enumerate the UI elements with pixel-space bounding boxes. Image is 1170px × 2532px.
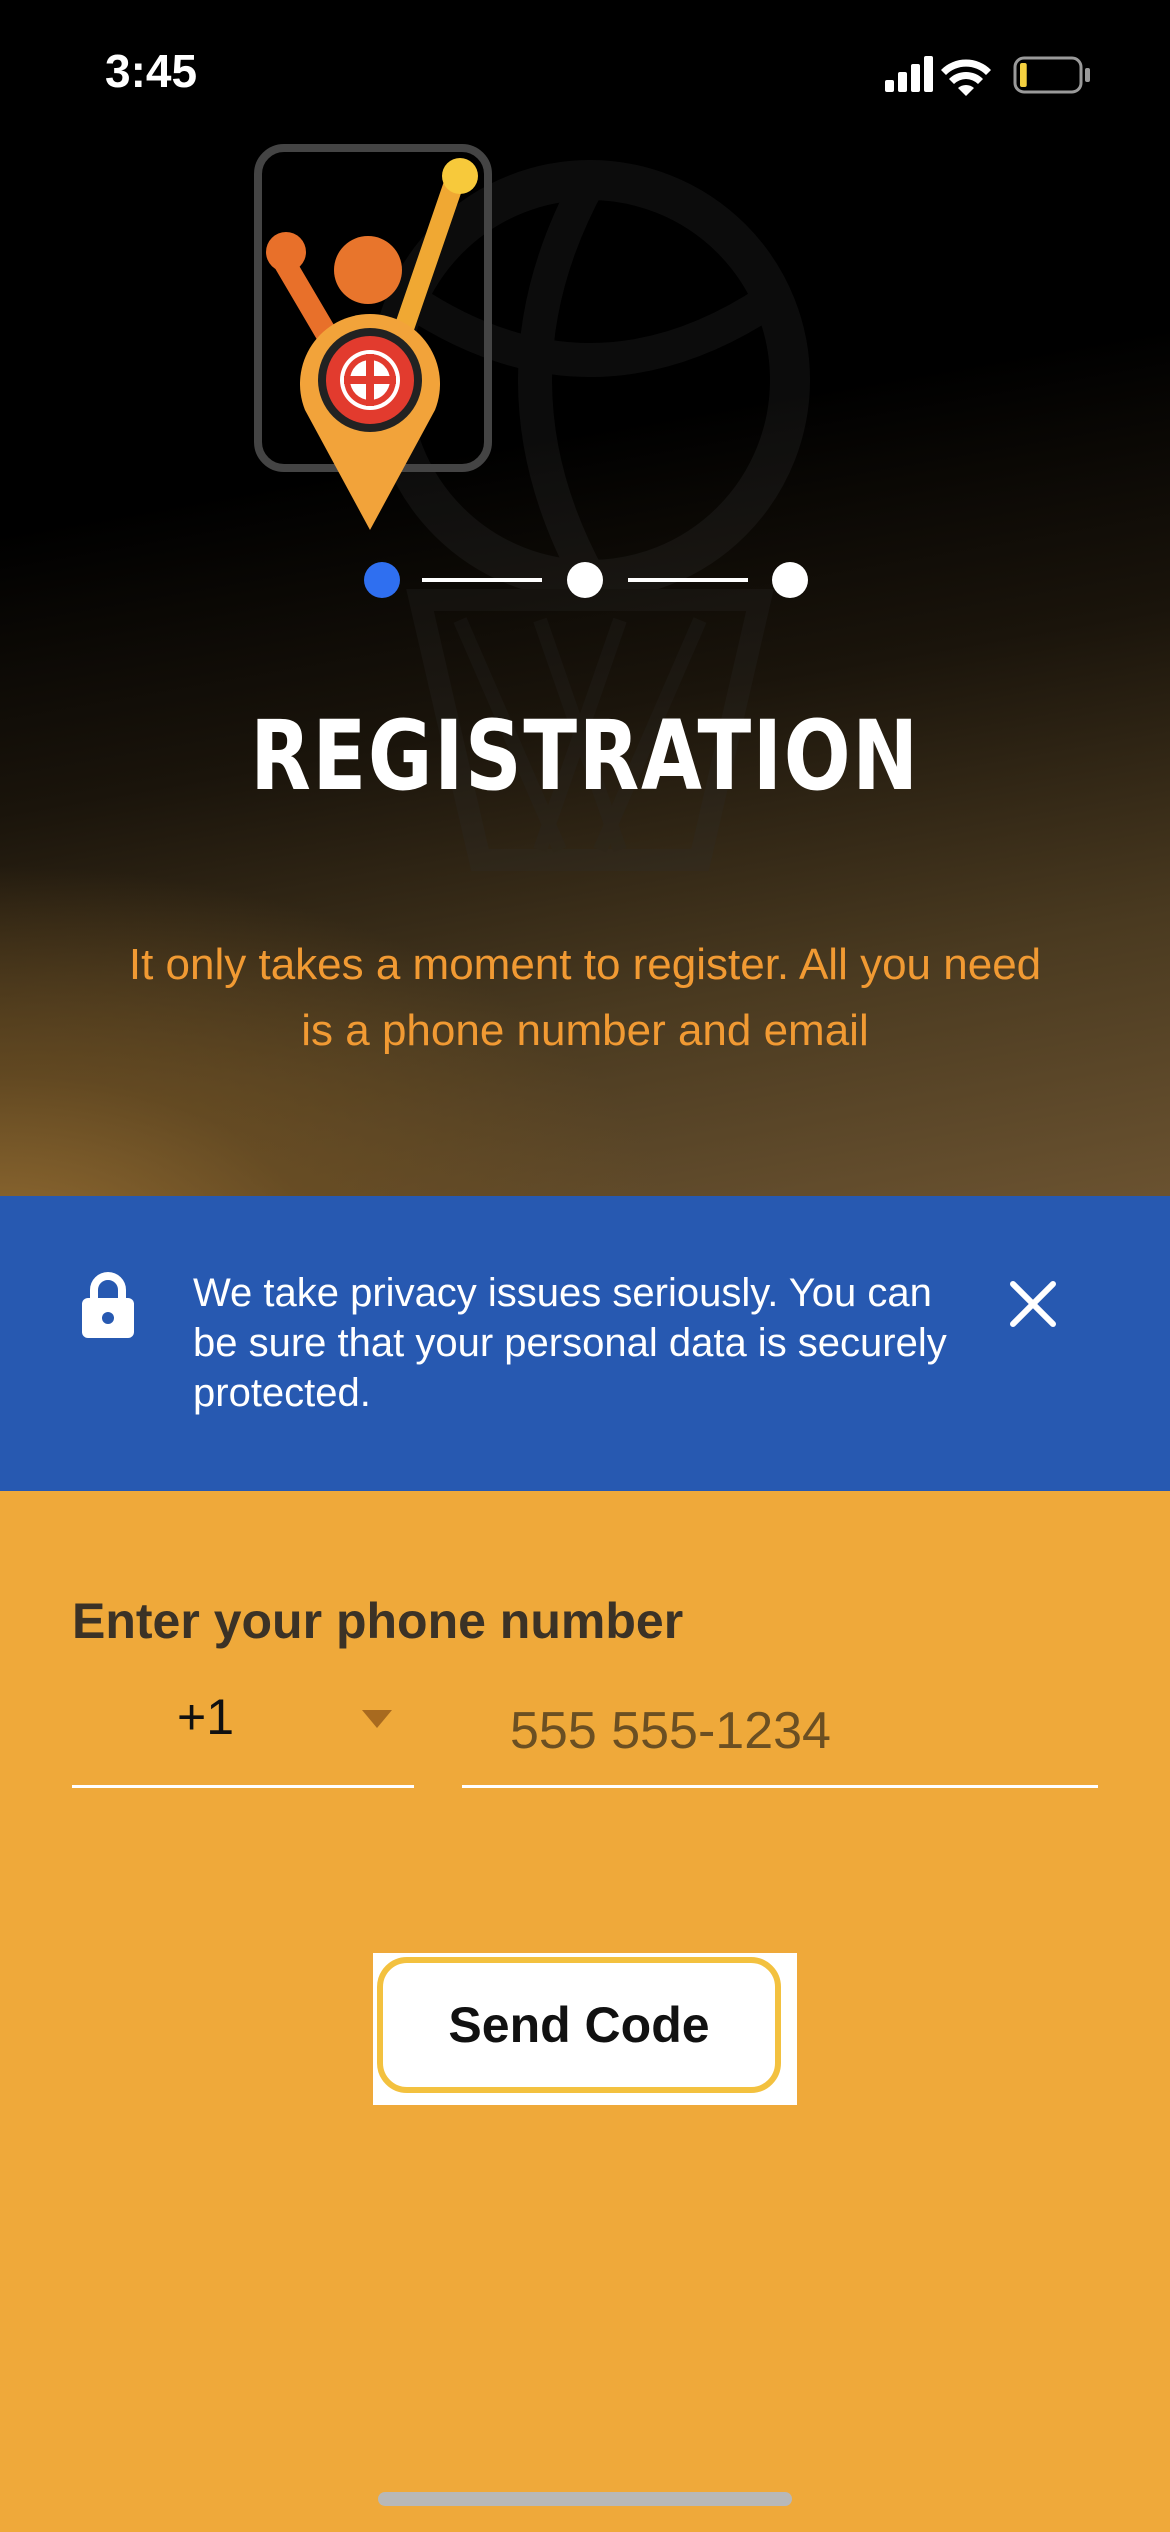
signal-icon	[885, 56, 933, 92]
page-title: REGISTRATION	[250, 700, 920, 812]
step-dot-3	[772, 562, 808, 598]
privacy-banner: We take privacy issues seriously. You ca…	[0, 1196, 1170, 1491]
privacy-message: We take privacy issues seriously. You ca…	[193, 1271, 947, 1415]
country-code-select[interactable]: +1	[72, 1680, 414, 1788]
progress-stepper	[364, 562, 808, 598]
status-bar: 3:45	[0, 0, 1170, 150]
battery-icon	[1013, 56, 1090, 94]
chevron-down-icon	[362, 1710, 392, 1728]
phone-number-label: Enter your phone number	[72, 1593, 684, 1649]
step-dot-1	[364, 562, 400, 598]
lock-icon	[82, 1272, 134, 1338]
status-icons	[885, 56, 1090, 96]
app-logo-icon	[254, 144, 492, 530]
step-dot-2	[567, 562, 603, 598]
status-time: 3:45	[105, 45, 198, 97]
home-indicator	[378, 2492, 792, 2506]
send-code-button[interactable]: Send Code	[377, 1957, 781, 2093]
send-code-frame: Send Code	[373, 1953, 797, 2105]
wifi-icon	[941, 59, 991, 96]
page-subtitle: It only takes a moment to register. All …	[128, 940, 1042, 1055]
phone-input-field	[462, 1680, 1112, 1788]
phone-number-input[interactable]	[462, 1680, 1112, 1782]
close-icon[interactable]	[1005, 1276, 1061, 1332]
country-code-value: +1	[177, 1689, 235, 1745]
hero-section: 3:45 REGISTRATION It only takes a moment…	[0, 0, 1170, 1196]
